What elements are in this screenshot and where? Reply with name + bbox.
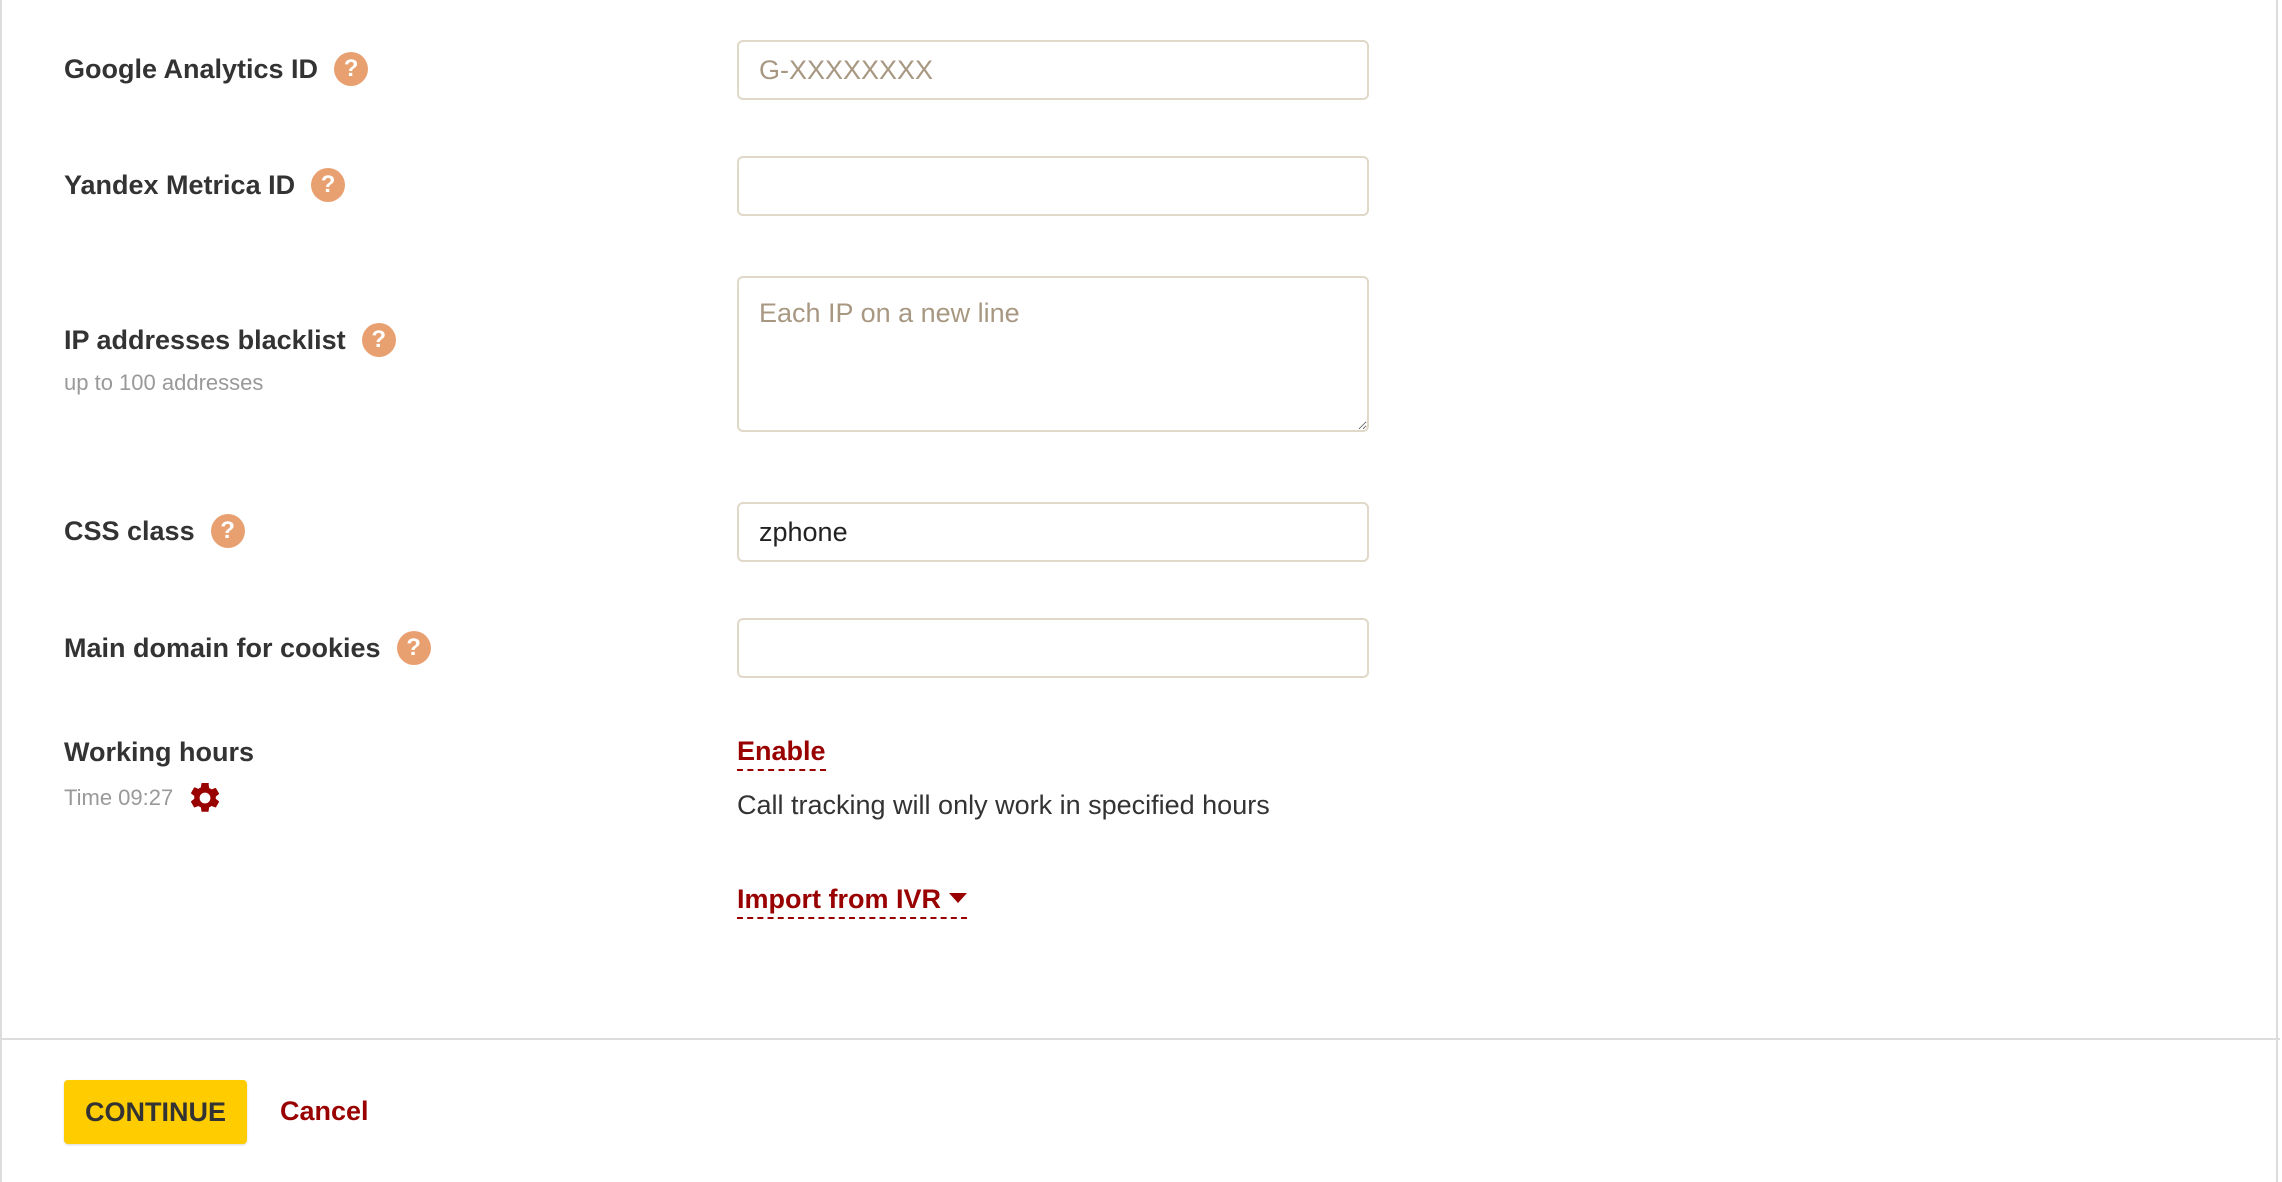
css-class-label-row: CSS class ?	[64, 514, 245, 548]
working-hours-description: Call tracking will only work in specifie…	[737, 790, 1270, 820]
enable-working-hours-link[interactable]: Enable	[737, 736, 826, 771]
ip-blacklist-textarea[interactable]	[737, 276, 1369, 432]
yandex-label: Yandex Metrica ID	[64, 169, 296, 200]
yandex-id-input[interactable]	[737, 156, 1369, 216]
cancel-link[interactable]: Cancel	[280, 1096, 369, 1127]
cookie-domain-input[interactable]	[737, 618, 1369, 678]
working-hours-label: Working hours	[64, 737, 254, 768]
cookie-domain-help-icon[interactable]: ?	[396, 631, 431, 665]
ip-blacklist-label-row: IP addresses blacklist ?	[64, 323, 396, 357]
ga-label: Google Analytics ID	[64, 53, 319, 84]
css-class-help-icon[interactable]: ?	[210, 514, 245, 548]
ip-blacklist-sublabel: up to 100 addresses	[64, 370, 264, 395]
import-from-ivr-dropdown[interactable]: Import from IVR	[737, 884, 968, 919]
gear-icon[interactable]	[187, 780, 223, 816]
yandex-label-row: Yandex Metrica ID ?	[64, 168, 346, 202]
yandex-help-icon[interactable]: ?	[311, 168, 346, 202]
caret-down-icon	[949, 892, 968, 903]
continue-button[interactable]: CONTINUE	[64, 1080, 247, 1144]
working-hours-time: Time 09:27	[64, 785, 174, 810]
ga-help-icon[interactable]: ?	[334, 52, 369, 86]
cookie-domain-label: Main domain for cookies	[64, 632, 381, 663]
footer-divider	[2, 1038, 2280, 1040]
ip-blacklist-label: IP addresses blacklist	[64, 324, 346, 355]
working-hours-time-row: Time 09:27	[64, 780, 223, 816]
css-class-label: CSS class	[64, 515, 195, 546]
css-class-input[interactable]	[737, 502, 1369, 562]
ga-label-row: Google Analytics ID ?	[64, 52, 369, 86]
working-hours-title: Working hours	[64, 737, 255, 767]
settings-form: Google Analytics ID ? Yandex Metrica ID …	[0, 0, 2280, 1182]
ip-blacklist-help-icon[interactable]: ?	[361, 323, 396, 357]
import-from-ivr-label: Import from IVR	[737, 884, 942, 914]
ga-id-input[interactable]	[737, 40, 1369, 100]
cookie-domain-label-row: Main domain for cookies ?	[64, 631, 431, 665]
